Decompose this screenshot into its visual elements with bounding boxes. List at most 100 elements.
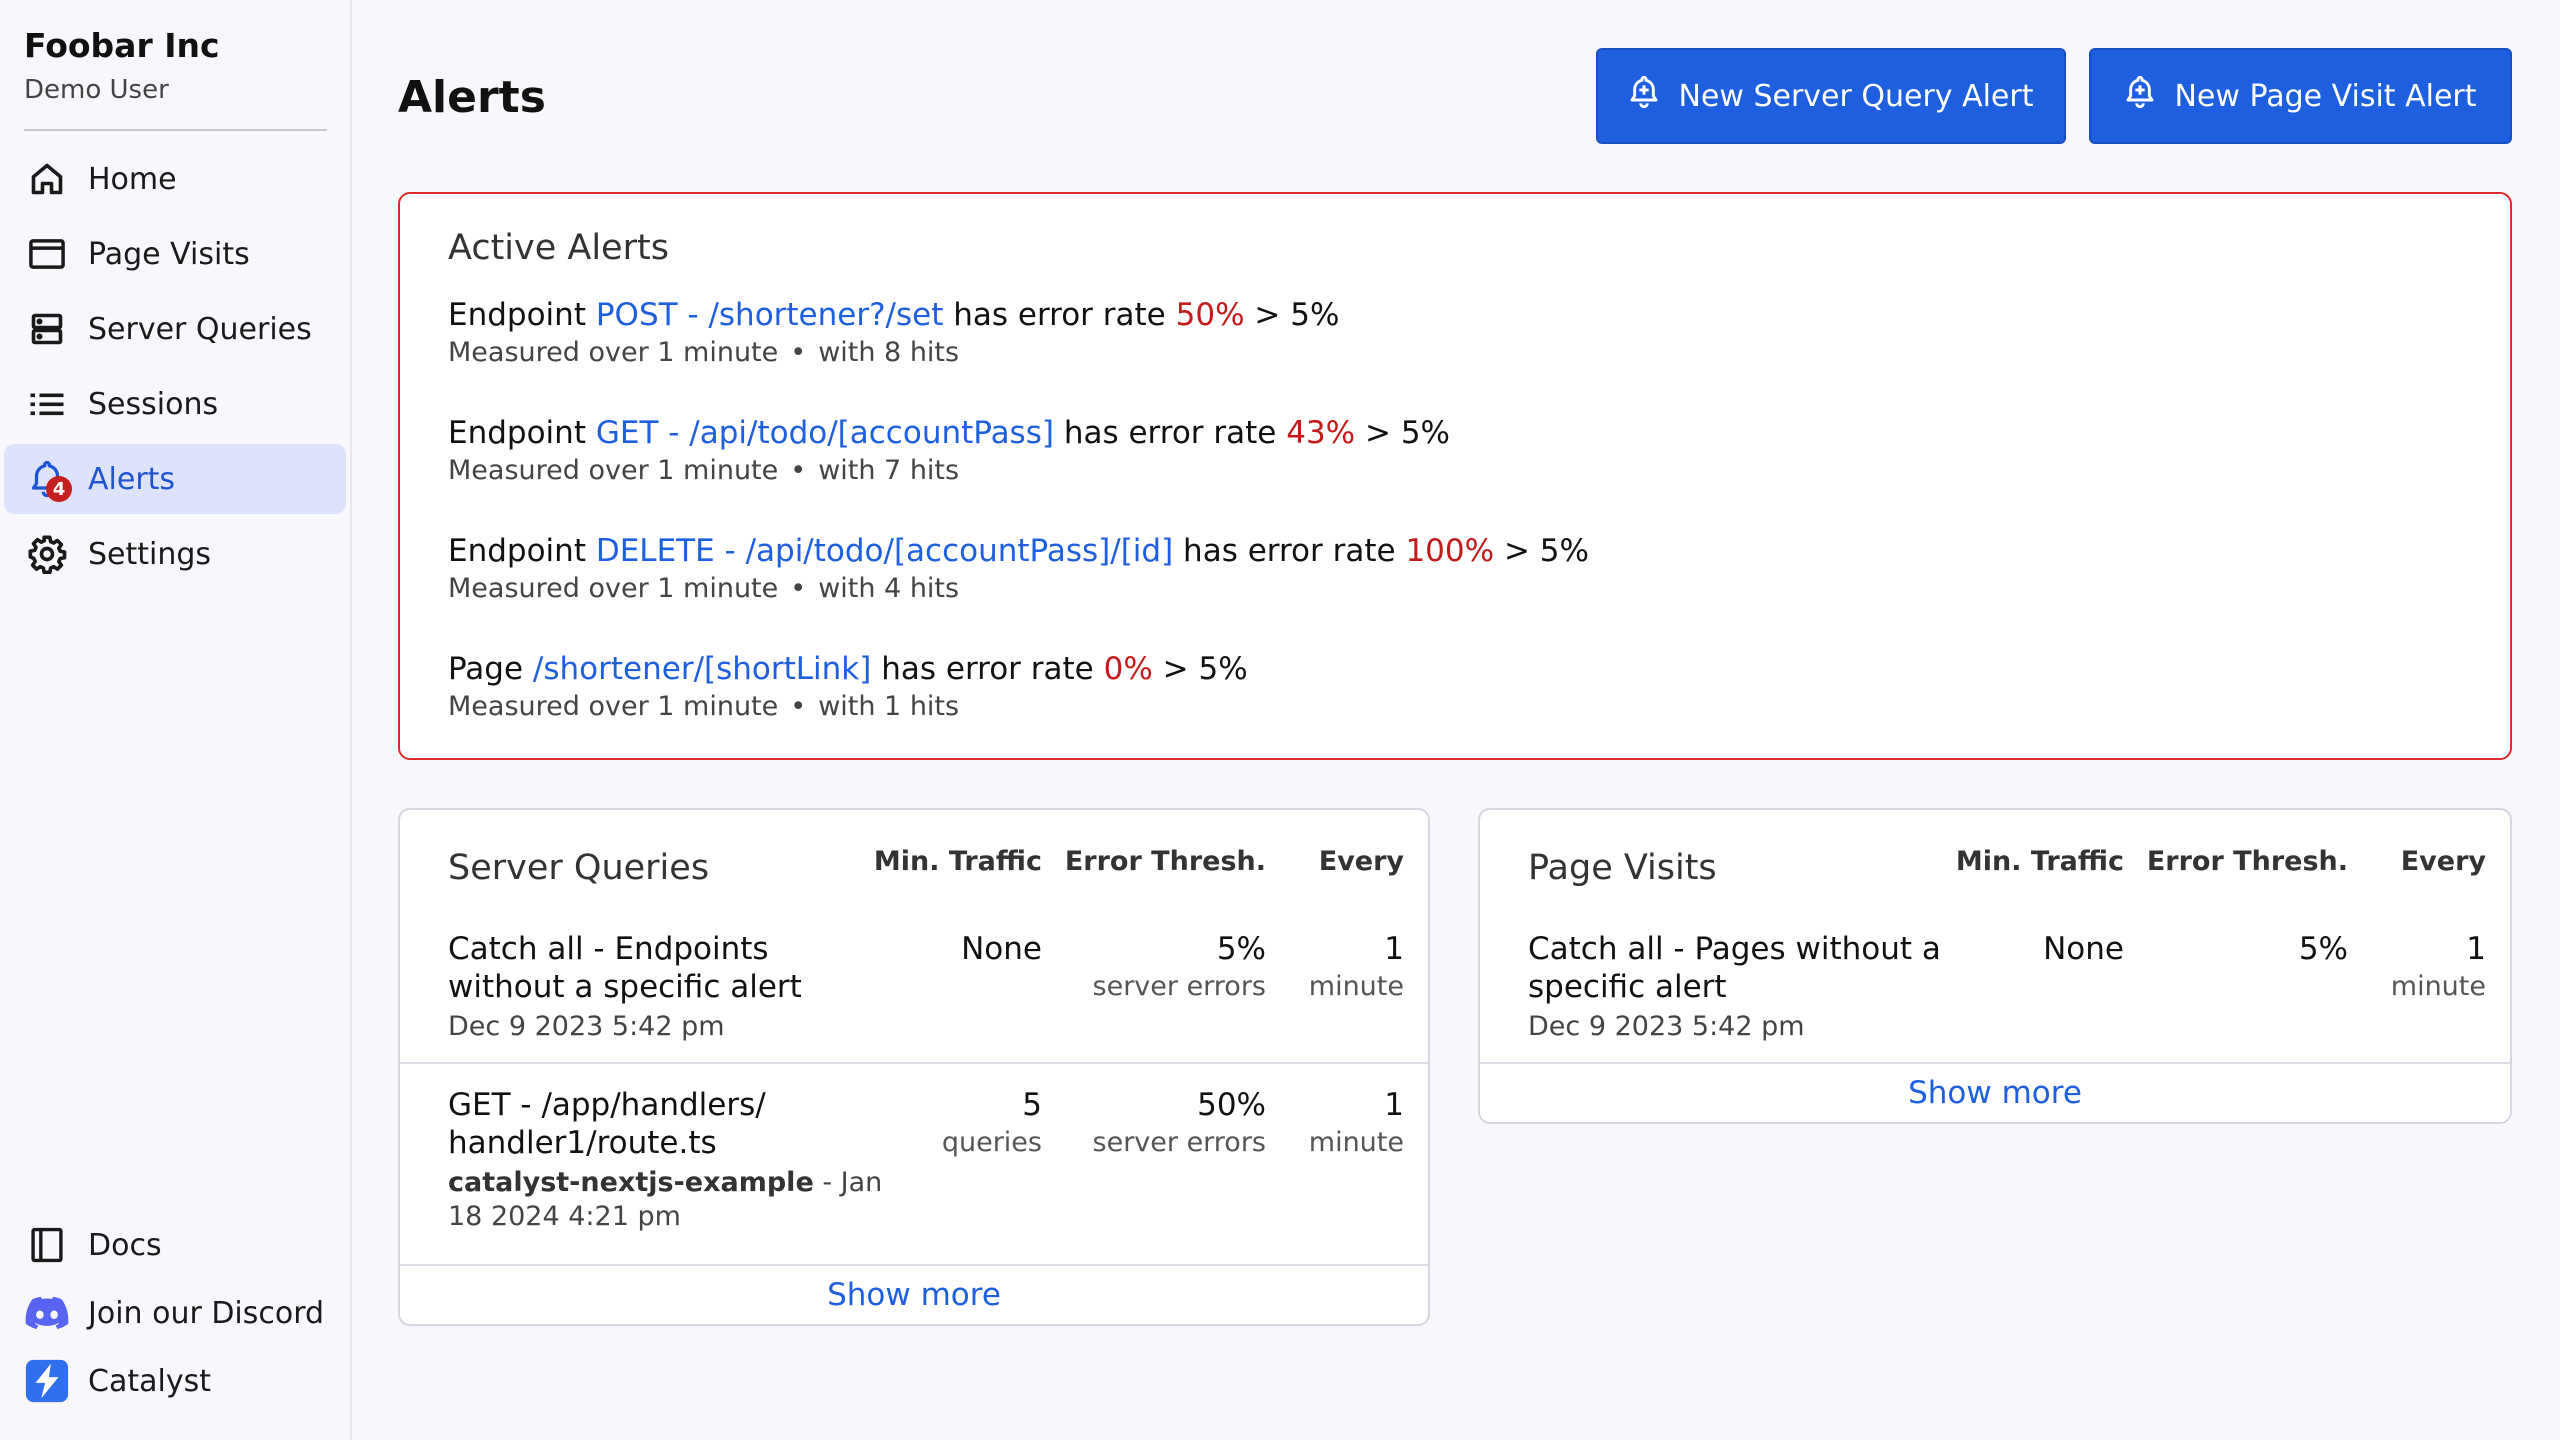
page-visits-card: Page Visits Min. Traffic Error Thresh. E…: [1478, 808, 2512, 1124]
server-icon: [24, 306, 70, 352]
alert-name: handler1/route.ts: [448, 1125, 717, 1161]
every-value: 1: [1384, 1087, 1404, 1123]
column-header-every: Every: [1318, 846, 1404, 877]
error-thresh-value: 5%: [2298, 931, 2348, 967]
alert-name: specific alert: [1528, 969, 1727, 1005]
sidebar-item-alerts[interactable]: 4 Alerts: [4, 444, 346, 514]
table-header: Server Queries Min. Traffic Error Thresh…: [400, 810, 1428, 914]
alert-threshold: > 5%: [1503, 533, 1589, 569]
alert-kind: Endpoint: [448, 297, 586, 333]
column-header-every: Every: [2400, 846, 2486, 877]
sidebar-item-catalyst[interactable]: Catalyst: [4, 1350, 346, 1412]
alert-text: has error rate: [881, 651, 1094, 687]
alert-threshold: > 5%: [1162, 651, 1248, 687]
alert-created-date: 18 2024 4:21 pm: [448, 1201, 681, 1232]
sidebar-item-docs[interactable]: Docs: [4, 1214, 346, 1276]
sidebar-item-sessions[interactable]: Sessions: [4, 369, 346, 439]
error-thresh-unit: server errors: [1092, 1127, 1266, 1158]
every-value: 1: [2466, 931, 2486, 967]
sidebar-item-home[interactable]: Home: [4, 144, 346, 214]
alert-target-link[interactable]: DELETE - /api/todo/[accountPass]/[id]: [596, 533, 1173, 569]
sidebar-item-discord[interactable]: Join our Discord: [4, 1282, 346, 1344]
button-label: New Server Query Alert: [1678, 78, 2034, 114]
new-server-query-alert-button[interactable]: New Server Query Alert: [1596, 48, 2066, 144]
every-cell: 1 minute: [1309, 1086, 1404, 1160]
page-visits-title: Page Visits: [1528, 848, 1717, 888]
server-queries-show-more-button[interactable]: Show more: [400, 1264, 1428, 1324]
error-thresh-cell: 5% server errors: [1093, 930, 1266, 1004]
org-switcher[interactable]: Foobar Inc Demo User: [24, 24, 328, 110]
alert-target-link[interactable]: /shortener/[shortLink]: [533, 651, 871, 687]
page-visits-show-more-button[interactable]: Show more: [1480, 1062, 2510, 1122]
error-thresh-cell: 5%: [2299, 930, 2348, 968]
alert-error-rate: 50%: [1175, 297, 1245, 333]
every-cell: 1 minute: [2391, 930, 2486, 1004]
min-traffic-value: None: [2043, 931, 2124, 967]
min-traffic-unit: queries: [941, 1127, 1042, 1158]
alert-target-link[interactable]: GET - /api/todo/[accountPass]: [596, 415, 1054, 451]
sidebar-item-label: Settings: [88, 536, 212, 572]
page-title: Alerts: [398, 72, 546, 123]
column-header-error-thresh: Error Thresh.: [2146, 846, 2348, 877]
every-unit: minute: [1308, 1127, 1404, 1158]
column-header-min-traffic: Min. Traffic: [873, 846, 1042, 877]
every-unit: minute: [1308, 971, 1404, 1002]
table-row[interactable]: Catch all - Pages without a specific ale…: [1480, 914, 2510, 1064]
active-alert-item: Endpoint DELETE - /api/todo/[accountPass…: [448, 530, 1589, 606]
active-alert-item: Endpoint POST - /shortener?/set has erro…: [448, 294, 1339, 370]
min-traffic-cell: 5 queries: [942, 1086, 1042, 1160]
alert-window: Measured over 1 minute: [448, 455, 779, 486]
sidebar: Foobar Inc Demo User Home Page Visits Se…: [0, 0, 352, 1440]
alert-window: Measured over 1 minute: [448, 691, 779, 722]
alert-kind: Endpoint: [448, 415, 586, 451]
sidebar-item-label: Server Queries: [88, 311, 312, 347]
sidebar-item-label: Page Visits: [88, 236, 250, 272]
active-alerts-title: Active Alerts: [448, 228, 669, 268]
alert-meta: catalyst-nextjs-example - Jan 18 2024 4:2…: [448, 1166, 888, 1234]
table-row[interactable]: Catch all - Endpoints without a specific…: [400, 914, 1428, 1074]
sidebar-item-label: Home: [88, 161, 177, 197]
bell-plus-icon: [2124, 74, 2156, 118]
sidebar-item-label: Join our Discord: [88, 1295, 325, 1331]
home-icon: [24, 156, 70, 202]
alert-kind: Page: [448, 651, 524, 687]
alert-created-date: Dec 9 2023 5:42 pm: [448, 1011, 725, 1042]
gear-icon: [24, 531, 70, 577]
alert-error-rate: 0%: [1103, 651, 1153, 687]
catalyst-logo-icon: [24, 1358, 70, 1404]
alert-text: has error rate: [1063, 415, 1277, 451]
alert-name: Catch all - Endpoints: [448, 931, 769, 967]
server-queries-card: Server Queries Min. Traffic Error Thresh…: [398, 808, 1430, 1326]
alert-kind: Endpoint: [448, 533, 586, 569]
alert-error-rate: 100%: [1405, 533, 1495, 569]
new-page-visit-alert-button[interactable]: New Page Visit Alert: [2089, 48, 2512, 144]
separator-dot: •: [790, 337, 807, 368]
alert-hits: with 4 hits: [818, 573, 960, 604]
discord-icon: [24, 1290, 70, 1336]
min-traffic-value: None: [961, 931, 1042, 967]
min-traffic-cell: None: [961, 930, 1042, 968]
column-header-min-traffic: Min. Traffic: [1955, 846, 2124, 877]
alert-target-link[interactable]: POST - /shortener?/set: [596, 297, 944, 333]
table-row[interactable]: GET - /app/handlers/ handler1/route.ts c…: [400, 1062, 1428, 1264]
alert-error-rate: 43%: [1286, 415, 1356, 451]
error-thresh-unit: server errors: [1092, 971, 1266, 1002]
alert-created-date: - Jan: [813, 1167, 883, 1198]
error-thresh-value: 5%: [1216, 931, 1266, 967]
alert-text: has error rate: [953, 297, 1166, 333]
alert-threshold: > 5%: [1364, 415, 1450, 451]
alert-name: Catch all - Pages without a: [1528, 931, 1941, 967]
list-icon: [24, 381, 70, 427]
bell-plus-icon: [1628, 74, 1660, 118]
footer-nav: Docs Join our Discord Catalyst: [4, 1214, 346, 1418]
alert-name: GET - /app/handlers/: [448, 1087, 766, 1123]
sidebar-item-label: Docs: [88, 1227, 162, 1263]
sidebar-item-server-queries[interactable]: Server Queries: [4, 294, 346, 364]
separator-dot: •: [790, 455, 807, 486]
active-alerts-card: Active Alerts Endpoint POST - /shortener…: [398, 192, 2512, 760]
window-icon: [24, 231, 70, 277]
project-name: catalyst-nextjs-example: [448, 1167, 814, 1198]
sidebar-item-settings[interactable]: Settings: [4, 519, 346, 589]
alert-hits: with 8 hits: [818, 337, 960, 368]
sidebar-item-page-visits[interactable]: Page Visits: [4, 219, 346, 289]
